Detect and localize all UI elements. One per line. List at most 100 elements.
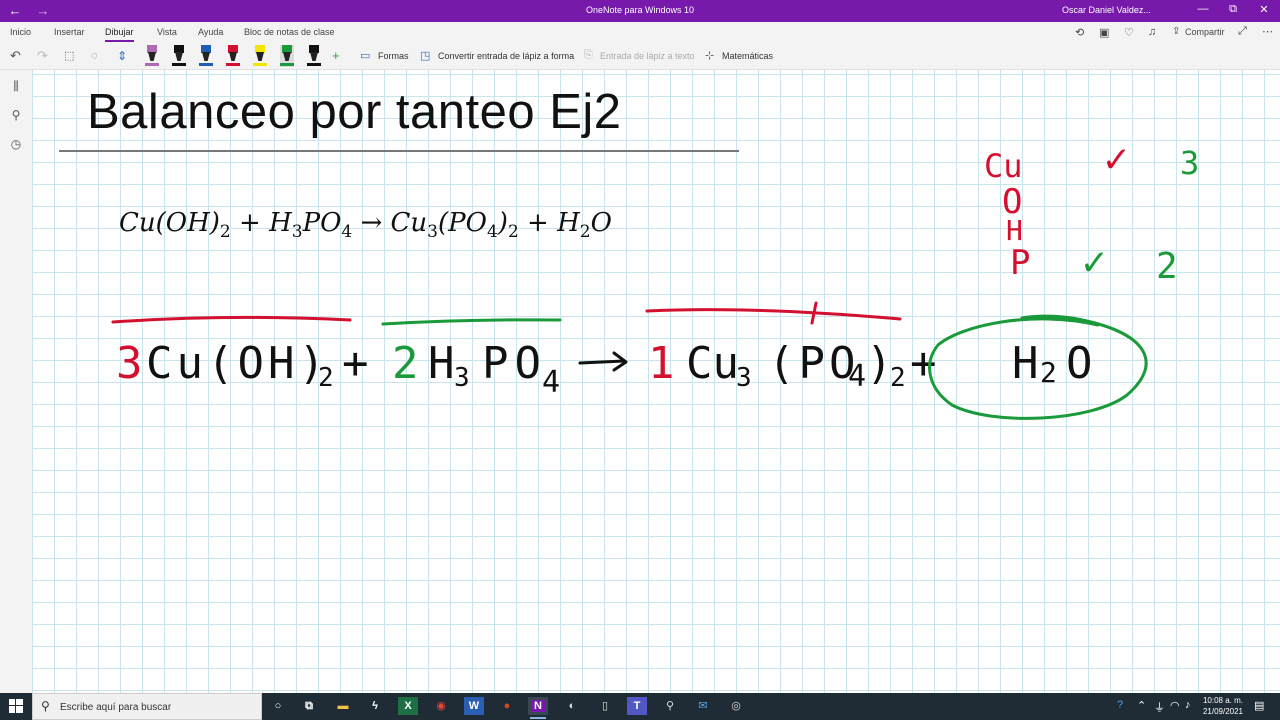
redo-icon[interactable]: ↷ [37, 48, 48, 64]
task-view-icon[interactable]: ⧉ [299, 697, 319, 715]
ink-term-3a: Cu [686, 338, 739, 389]
bell-icon[interactable]: ♫ [1148, 26, 1156, 38]
pen-black-2-icon[interactable] [307, 45, 321, 67]
pen-tip [282, 45, 292, 53]
ink-check-element-p: P [1010, 243, 1030, 283]
lasso-select-icon[interactable]: ⬚ [64, 48, 74, 64]
close-button[interactable]: ✕ [1257, 3, 1271, 16]
pen-color-swatch [226, 63, 240, 66]
math-icon[interactable]: ⊹ [705, 49, 714, 62]
windows-start-icon[interactable] [9, 699, 23, 713]
ink-layer[interactable]: 3 Cu(OH) 2 + 2 H 3 PO 4 1 Cu 3 (PO 4 ) 2… [32, 70, 1280, 693]
volume-icon[interactable]: ♪ [1185, 699, 1191, 711]
pen-black-icon[interactable] [172, 45, 186, 67]
ink-to-text-icon[interactable]: ⎘ [584, 49, 593, 62]
file-explorer-icon[interactable]: ▬ [333, 697, 353, 715]
help-icon[interactable]: ? [1117, 699, 1123, 711]
search-icon: ⚲ [41, 699, 50, 713]
pen-pink-highlighter-icon[interactable] [145, 45, 159, 67]
pen-green-icon[interactable] [280, 45, 294, 67]
shapes-icon[interactable]: ▭ [360, 49, 370, 62]
taskbar-search-box[interactable]: ⚲ Escribe aquí para buscar [32, 693, 262, 720]
pen-color-swatch [172, 63, 186, 66]
tab-dibujar[interactable]: Dibujar [105, 27, 134, 42]
ink-red-overline-3 [645, 308, 902, 321]
magnifier-icon[interactable]: ⚲ [660, 697, 680, 715]
recent-icon[interactable]: ◷ [9, 137, 23, 151]
tab-vista[interactable]: Vista [157, 27, 177, 37]
phone-icon[interactable]: ▯ [595, 697, 615, 715]
note-canvas[interactable]: Balanceo por tanteo Ej2 Cu(OH)2 + H3PO4 … [32, 70, 1280, 693]
tab-ayuda[interactable]: Ayuda [198, 27, 223, 37]
title-bar: ← → OneNote para Windows 10 Oscar Daniel… [0, 0, 1280, 22]
ink-to-shape-icon[interactable]: ◳ [420, 49, 430, 62]
wifi-icon[interactable]: ◠ [1170, 699, 1180, 712]
microphone-icon[interactable]: ⏚ [1154, 699, 1165, 715]
pen-color-swatch [145, 63, 159, 66]
pen-body [148, 52, 156, 61]
minimize-button[interactable]: — [1196, 3, 1210, 15]
pen-body [310, 52, 318, 61]
share-icon[interactable]: ⇪ [1172, 26, 1180, 37]
chrome-icon[interactable]: ◉ [431, 697, 451, 715]
math-button[interactable]: Matemáticas [722, 51, 773, 61]
pen-body [256, 52, 264, 61]
tab-inicio[interactable]: Inicio [10, 27, 31, 37]
app-icon[interactable]: ◎ [726, 697, 746, 715]
add-space-icon[interactable]: ◌ [91, 48, 98, 64]
pen-tip [201, 45, 211, 53]
left-navigation: ⫼ ⚲ ◷ [0, 70, 32, 693]
ink-check-element-cu: Cu [984, 147, 1023, 185]
undo-icon[interactable]: ↶ [10, 48, 21, 64]
expand-icon[interactable]: ⤢ [1238, 25, 1247, 38]
more-options-icon[interactable]: ⋯ [1262, 25, 1273, 38]
teams-icon[interactable]: T [627, 697, 647, 715]
pen-color-swatch [280, 63, 294, 66]
sync-icon[interactable]: ⟲ [1075, 26, 1084, 39]
pen-yellow-highlighter-icon[interactable] [253, 45, 267, 67]
pen-tip [255, 45, 265, 53]
user-name[interactable]: Oscar Daniel Valdez... [1062, 5, 1151, 15]
pen-color-swatch [199, 63, 213, 66]
tab-insertar[interactable]: Insertar [54, 27, 85, 37]
windows-taskbar: ⚲ Escribe aquí para buscar ○ ⧉ ▬ ϟ X ◉ W… [0, 693, 1280, 720]
draw-toolbar: ↶ ↷ ⬚ ◌ ⇕ + ▭ Formas ◳ Convertir entrada… [0, 42, 1280, 70]
pen-tip [228, 45, 238, 53]
powerpoint-icon[interactable]: ● [497, 697, 517, 715]
notebook-icon[interactable]: ▣ [1099, 26, 1109, 39]
ink-red-tick [810, 301, 818, 325]
notebooks-icon[interactable]: ⫼ [9, 79, 23, 94]
insert-space-icon[interactable]: ⇕ [117, 48, 127, 64]
search-icon[interactable]: ⚲ [9, 108, 23, 122]
word-icon[interactable]: W [464, 697, 484, 715]
lightbulb-icon[interactable]: ♡ [1124, 26, 1134, 39]
chevron-up-icon[interactable]: ⌃ [1137, 699, 1146, 712]
ink-term-3c: ) [866, 338, 893, 389]
ink-term-3a-sub: 3 [736, 363, 752, 393]
ink-term-3b-sub: 4 [848, 359, 866, 394]
ink-term-3c-sub: 2 [890, 363, 906, 393]
tab-bloc-notas-clase[interactable]: Bloc de notas de clase [244, 27, 335, 37]
mail-icon[interactable]: ✉ [693, 697, 713, 715]
ink-term-2b: PO [482, 338, 547, 389]
pen-blue-icon[interactable] [199, 45, 213, 67]
pen-tip [174, 45, 184, 53]
onenote-icon[interactable]: N [528, 697, 548, 719]
pen-tip [147, 45, 157, 53]
pen-body [202, 52, 210, 61]
taskbar-clock[interactable]: 10:08 a. m. 21/09/2021 [1196, 695, 1250, 717]
ribbon-tabs: Inicio Insertar Dibujar Vista Ayuda Bloc… [0, 22, 1280, 42]
pen-body [283, 52, 291, 61]
ink-to-shape-button[interactable]: Convertir entrada de lápiz a forma [438, 51, 574, 61]
lightning-app-icon[interactable]: ϟ [365, 697, 385, 715]
browser-icon[interactable]: ◐ [562, 697, 582, 715]
pen-red-icon[interactable] [226, 45, 240, 67]
ink-to-text-button[interactable]: Entrada de lápiz a texto [600, 51, 695, 61]
notifications-icon[interactable]: ▤ [1254, 699, 1264, 712]
add-pen-icon[interactable]: + [332, 48, 340, 64]
excel-icon[interactable]: X [398, 697, 418, 715]
shapes-button[interactable]: Formas [378, 51, 409, 61]
restore-button[interactable]: ⧉ [1226, 3, 1240, 16]
cortana-icon[interactable]: ○ [268, 697, 288, 715]
share-button[interactable]: Compartir [1185, 27, 1225, 37]
